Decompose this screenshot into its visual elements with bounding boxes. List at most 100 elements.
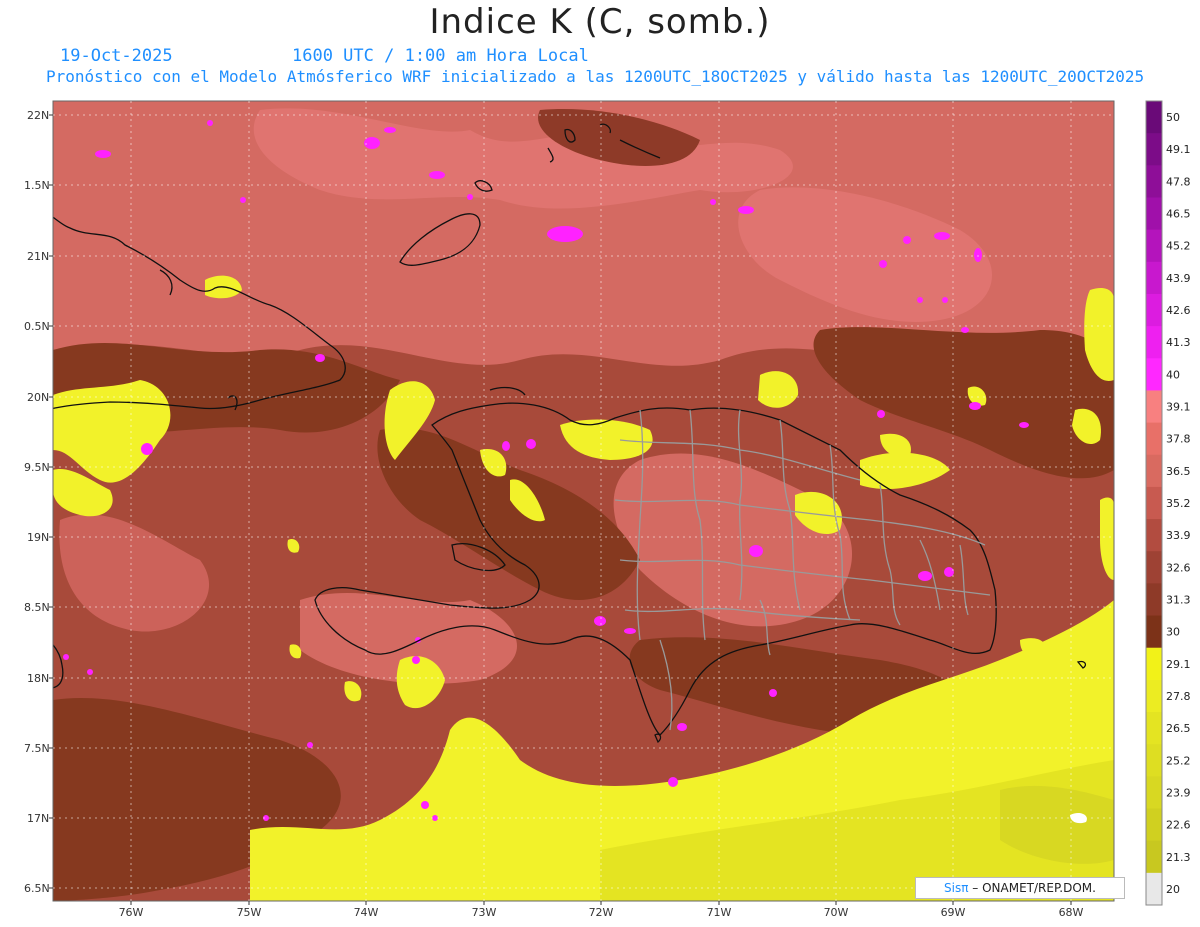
lat-label: 9.5N xyxy=(24,461,50,474)
colorbar-label: 23.9 xyxy=(1166,786,1191,799)
map-svg: 22N 1.5N 21N 0.5N 20N 9.5N 19N 8.5N 18N … xyxy=(24,100,1191,919)
colorbar-swatch xyxy=(1146,519,1162,552)
colorbar-swatch xyxy=(1146,647,1162,681)
magenta-spot xyxy=(141,443,153,455)
colorbar-swatch xyxy=(1146,422,1162,456)
colorbar-swatch xyxy=(1146,679,1162,713)
colorbar-label: 29.1 xyxy=(1166,658,1191,671)
colorbar-label: 43.9 xyxy=(1166,272,1191,285)
lon-label: 69W xyxy=(941,906,966,919)
magenta-spot xyxy=(1019,422,1029,428)
lat-label: 20N xyxy=(27,391,49,404)
lon-label: 70W xyxy=(824,906,849,919)
lon-label: 76W xyxy=(119,906,144,919)
colorbar-swatch xyxy=(1146,712,1162,745)
map-field xyxy=(53,101,1114,901)
magenta-spot xyxy=(502,441,510,451)
colorbar-swatch xyxy=(1146,872,1162,906)
colorbar-label: 32.6 xyxy=(1166,561,1191,574)
colorbar-label: 45.2 xyxy=(1166,240,1191,253)
colorbar-swatch xyxy=(1146,326,1162,359)
magenta-spot xyxy=(934,232,950,240)
magenta-spot xyxy=(87,669,93,675)
magenta-spot xyxy=(969,402,981,410)
lat-label: 1.5N xyxy=(24,179,50,192)
magenta-spot xyxy=(974,248,982,262)
magenta-spot xyxy=(624,628,636,634)
lat-label: 8.5N xyxy=(24,601,50,614)
magenta-spot xyxy=(547,226,583,242)
lon-ticks xyxy=(130,901,1072,905)
magenta-spot xyxy=(384,127,396,133)
colorbar-label: 27.8 xyxy=(1166,690,1191,703)
colorbar-label: 36.5 xyxy=(1166,465,1191,478)
colorbar-swatch xyxy=(1146,486,1162,520)
colorbar-label: 41.3 xyxy=(1166,336,1191,349)
magenta-spot xyxy=(207,120,213,126)
lon-label: 74W xyxy=(354,906,379,919)
colorbar-swatch xyxy=(1146,358,1162,391)
colorbar-swatch xyxy=(1146,776,1162,810)
magenta-spot xyxy=(307,742,313,748)
colorbar-label: 33.9 xyxy=(1166,529,1191,542)
colorbar-swatch xyxy=(1146,744,1162,777)
magenta-spot xyxy=(421,801,429,809)
magenta-spot xyxy=(594,616,606,626)
lon-label: 72W xyxy=(589,906,614,919)
magenta-spot xyxy=(918,571,932,581)
colorbar-swatch xyxy=(1146,101,1162,134)
lat-label: 6.5N xyxy=(24,882,50,895)
lat-label: 19N xyxy=(27,531,49,544)
colorbar-label: 49.1 xyxy=(1166,143,1191,156)
magenta-spot xyxy=(879,260,887,268)
lon-label: 68W xyxy=(1059,906,1084,919)
colorbar-label: 40 xyxy=(1166,368,1180,381)
colorbar-label: 21.3 xyxy=(1166,851,1191,864)
sispi-logo: Sisπ xyxy=(944,881,969,895)
colorbar-swatch xyxy=(1146,454,1162,488)
magenta-spot xyxy=(95,150,111,158)
magenta-spot xyxy=(668,777,678,787)
lat-label: 18N xyxy=(27,672,49,685)
colorbar-label: 50 xyxy=(1166,111,1180,124)
magenta-spot xyxy=(961,327,969,333)
magenta-spot xyxy=(877,410,885,418)
colorbar-label: 46.5 xyxy=(1166,208,1191,221)
colorbar-swatch xyxy=(1146,808,1162,842)
colorbar-swatch xyxy=(1146,615,1162,649)
colorbar-label: 20 xyxy=(1166,883,1180,896)
magenta-spot xyxy=(240,197,246,203)
magenta-spot xyxy=(677,723,687,731)
lon-label: 75W xyxy=(237,906,262,919)
magenta-spot xyxy=(429,171,445,179)
lon-label: 73W xyxy=(472,906,497,919)
colorbar-swatch xyxy=(1146,840,1162,874)
colorbar-label: 47.8 xyxy=(1166,175,1191,188)
magenta-spot xyxy=(467,194,473,200)
magenta-spot xyxy=(749,545,763,557)
magenta-spot xyxy=(942,297,948,303)
colorbar-label: 35.2 xyxy=(1166,497,1191,510)
magenta-spot xyxy=(903,236,911,244)
lat-label: 17N xyxy=(27,812,49,825)
colorbar-label: 39.1 xyxy=(1166,401,1191,414)
lon-label: 71W xyxy=(707,906,732,919)
lat-label: 21N xyxy=(27,250,49,263)
colorbar-label: 26.5 xyxy=(1166,722,1191,735)
colorbar-swatch xyxy=(1146,165,1162,198)
colorbar-label: 22.6 xyxy=(1166,819,1191,832)
colorbar-swatch xyxy=(1146,229,1162,263)
colorbar-label: 30 xyxy=(1166,626,1180,639)
colorbar-label: 37.8 xyxy=(1166,433,1191,446)
colorbar-swatch xyxy=(1146,197,1162,231)
colorbar-swatch xyxy=(1146,583,1162,617)
credit-box: Sisπ – ONAMET/REP.DOM. xyxy=(915,877,1125,899)
lat-ticks xyxy=(49,114,53,889)
lat-axis: 22N 1.5N 21N 0.5N 20N 9.5N 19N 8.5N 18N … xyxy=(24,109,50,895)
lat-label: 0.5N xyxy=(24,320,50,333)
colorbar-swatch xyxy=(1146,551,1162,584)
lon-axis: 76W 75W 74W 73W 72W 71W 70W 69W 68W xyxy=(119,906,1084,919)
lat-label: 22N xyxy=(27,109,49,122)
colorbar-swatch xyxy=(1146,390,1162,424)
colorbar-label: 25.2 xyxy=(1166,754,1191,767)
